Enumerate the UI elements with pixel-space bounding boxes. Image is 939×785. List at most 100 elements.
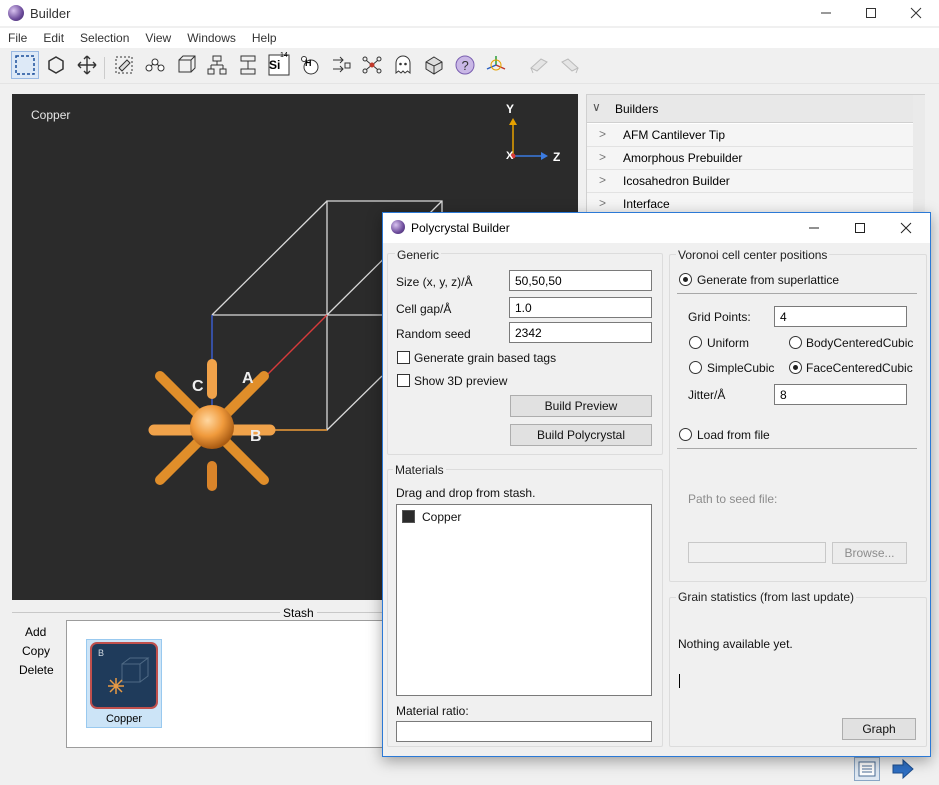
branch-tool-button[interactable] (234, 51, 262, 79)
axis-x-label: X (506, 150, 514, 162)
crystal-icon (108, 657, 150, 694)
jitter-label: Jitter/Å (688, 388, 726, 402)
grain-statistics-text: Nothing available yet. (678, 637, 793, 651)
load-from-file-radio[interactable] (679, 428, 692, 441)
arrow-right-icon (892, 758, 914, 780)
tag-icon (115, 56, 133, 74)
builders-header-label: Builders (615, 102, 659, 116)
generic-group-title: Generic (395, 248, 442, 262)
materials-hint: Drag and drop from stash. (396, 486, 536, 500)
builder-item-afm[interactable]: > AFM Cantilever Tip (587, 124, 913, 147)
graph-button[interactable]: Graph (842, 718, 916, 740)
arrows-tool-button[interactable] (327, 51, 355, 79)
dialog-minimize-button[interactable] (791, 215, 837, 241)
chevron-down-icon: ∨ (592, 100, 601, 114)
build-polycrystal-button[interactable]: Build Polycrystal (510, 424, 652, 446)
builders-scrollbar[interactable] (913, 95, 925, 213)
minimize-icon (821, 12, 831, 14)
material-ratio-label: Material ratio: (396, 704, 469, 718)
size-input[interactable]: 50,50,50 (509, 270, 652, 291)
window-title: Builder (30, 6, 71, 21)
list-icon (858, 761, 876, 777)
hydrogen-tool-button[interactable]: H (296, 51, 324, 79)
send-forward-button[interactable] (889, 757, 917, 781)
uniform-radio[interactable] (689, 336, 702, 349)
voronoi-group (669, 254, 927, 582)
dialog-close-button[interactable] (883, 215, 929, 241)
toolbar: Si 14 H ? (0, 48, 939, 84)
superlattice-radio[interactable] (679, 273, 692, 286)
maximize-button[interactable] (848, 0, 894, 26)
menu-edit[interactable]: Edit (35, 28, 72, 48)
axes-tool-button[interactable] (482, 51, 510, 79)
seed-file-input[interactable] (688, 542, 826, 563)
menu-file[interactable]: File (0, 28, 35, 48)
voronoi-group-title: Voronoi cell center positions (676, 248, 830, 262)
menu-view[interactable]: View (137, 28, 179, 48)
dialog-maximize-button[interactable] (837, 215, 883, 241)
builder-item-icosahedron[interactable]: > Icosahedron Builder (587, 170, 913, 193)
text-cursor (679, 674, 680, 688)
face-centered-cubic-radio[interactable] (789, 361, 802, 374)
builders-header[interactable]: ∨ Builders (587, 95, 913, 123)
rotate-tool-button[interactable] (420, 51, 448, 79)
cell-tool-button[interactable] (172, 51, 200, 79)
stash-delete-button[interactable]: Delete (19, 663, 54, 677)
chevron-right-icon: > (599, 127, 607, 141)
cell-gap-label: Cell gap/Å (396, 302, 452, 316)
voronoi-separator (677, 448, 917, 449)
grid-points-label: Grid Points: (688, 310, 751, 324)
material-ratio-input[interactable] (396, 721, 652, 742)
help-tool-button[interactable]: ? (451, 51, 479, 79)
redo-button[interactable] (556, 51, 584, 79)
network-tool-button[interactable] (358, 51, 386, 79)
network-icon (362, 56, 382, 74)
materials-list[interactable]: Copper (396, 504, 652, 696)
stash-area[interactable]: B Copper (66, 620, 396, 748)
material-thumbnail-icon (402, 510, 415, 523)
app-logo-icon (8, 5, 24, 21)
builder-item-label: Interface (623, 197, 670, 211)
grain-tags-checkbox[interactable] (397, 351, 410, 364)
ghost-tool-button[interactable] (389, 51, 417, 79)
body-centered-cubic-radio[interactable] (789, 336, 802, 349)
element-tool-button[interactable]: Si 14 (265, 51, 293, 79)
lattice-a-label: A (242, 370, 254, 387)
tree-tool-button[interactable] (203, 51, 231, 79)
cell-gap-input[interactable]: 1.0 (509, 297, 652, 318)
grid-points-input[interactable]: 4 (774, 306, 907, 327)
stash-item[interactable]: B Copper (86, 639, 162, 728)
simple-cubic-radio[interactable] (689, 361, 702, 374)
close-button[interactable] (893, 0, 939, 26)
polygon-tool-button[interactable] (42, 51, 70, 79)
menu-windows[interactable]: Windows (179, 28, 244, 48)
random-seed-input[interactable]: 2342 (509, 322, 652, 343)
cube-icon (178, 55, 196, 73)
builder-item-amorphous[interactable]: > Amorphous Prebuilder (587, 147, 913, 170)
undo-icon (530, 58, 548, 74)
axis-y-label: Y (506, 102, 515, 116)
minimize-button[interactable] (803, 0, 849, 26)
select-tool-button[interactable] (11, 51, 39, 79)
dialog-title: Polycrystal Builder (411, 221, 510, 235)
material-item-copper[interactable]: Copper (422, 510, 461, 524)
title-bar: Builder (0, 0, 939, 26)
jitter-input[interactable]: 8 (774, 384, 907, 405)
molecule-tool-button[interactable] (141, 51, 169, 79)
tag-tool-button[interactable] (110, 51, 138, 79)
undo-button[interactable] (525, 51, 553, 79)
grain-tags-label: Generate grain based tags (414, 351, 557, 365)
stash-copy-button[interactable]: Copy (22, 644, 50, 658)
move-tool-button[interactable] (73, 51, 101, 79)
superlattice-label: Generate from superlattice (697, 273, 840, 287)
select-rect-icon (15, 55, 35, 75)
menu-help[interactable]: Help (244, 28, 285, 48)
redo-icon (561, 58, 579, 74)
build-preview-button[interactable]: Build Preview (510, 395, 652, 417)
menu-selection[interactable]: Selection (72, 28, 137, 48)
browse-button[interactable]: Browse... (832, 542, 907, 564)
log-button[interactable] (854, 757, 880, 781)
show-3d-preview-checkbox[interactable] (397, 374, 410, 387)
stash-add-button[interactable]: Add (25, 625, 46, 639)
uniform-label: Uniform (707, 336, 750, 350)
